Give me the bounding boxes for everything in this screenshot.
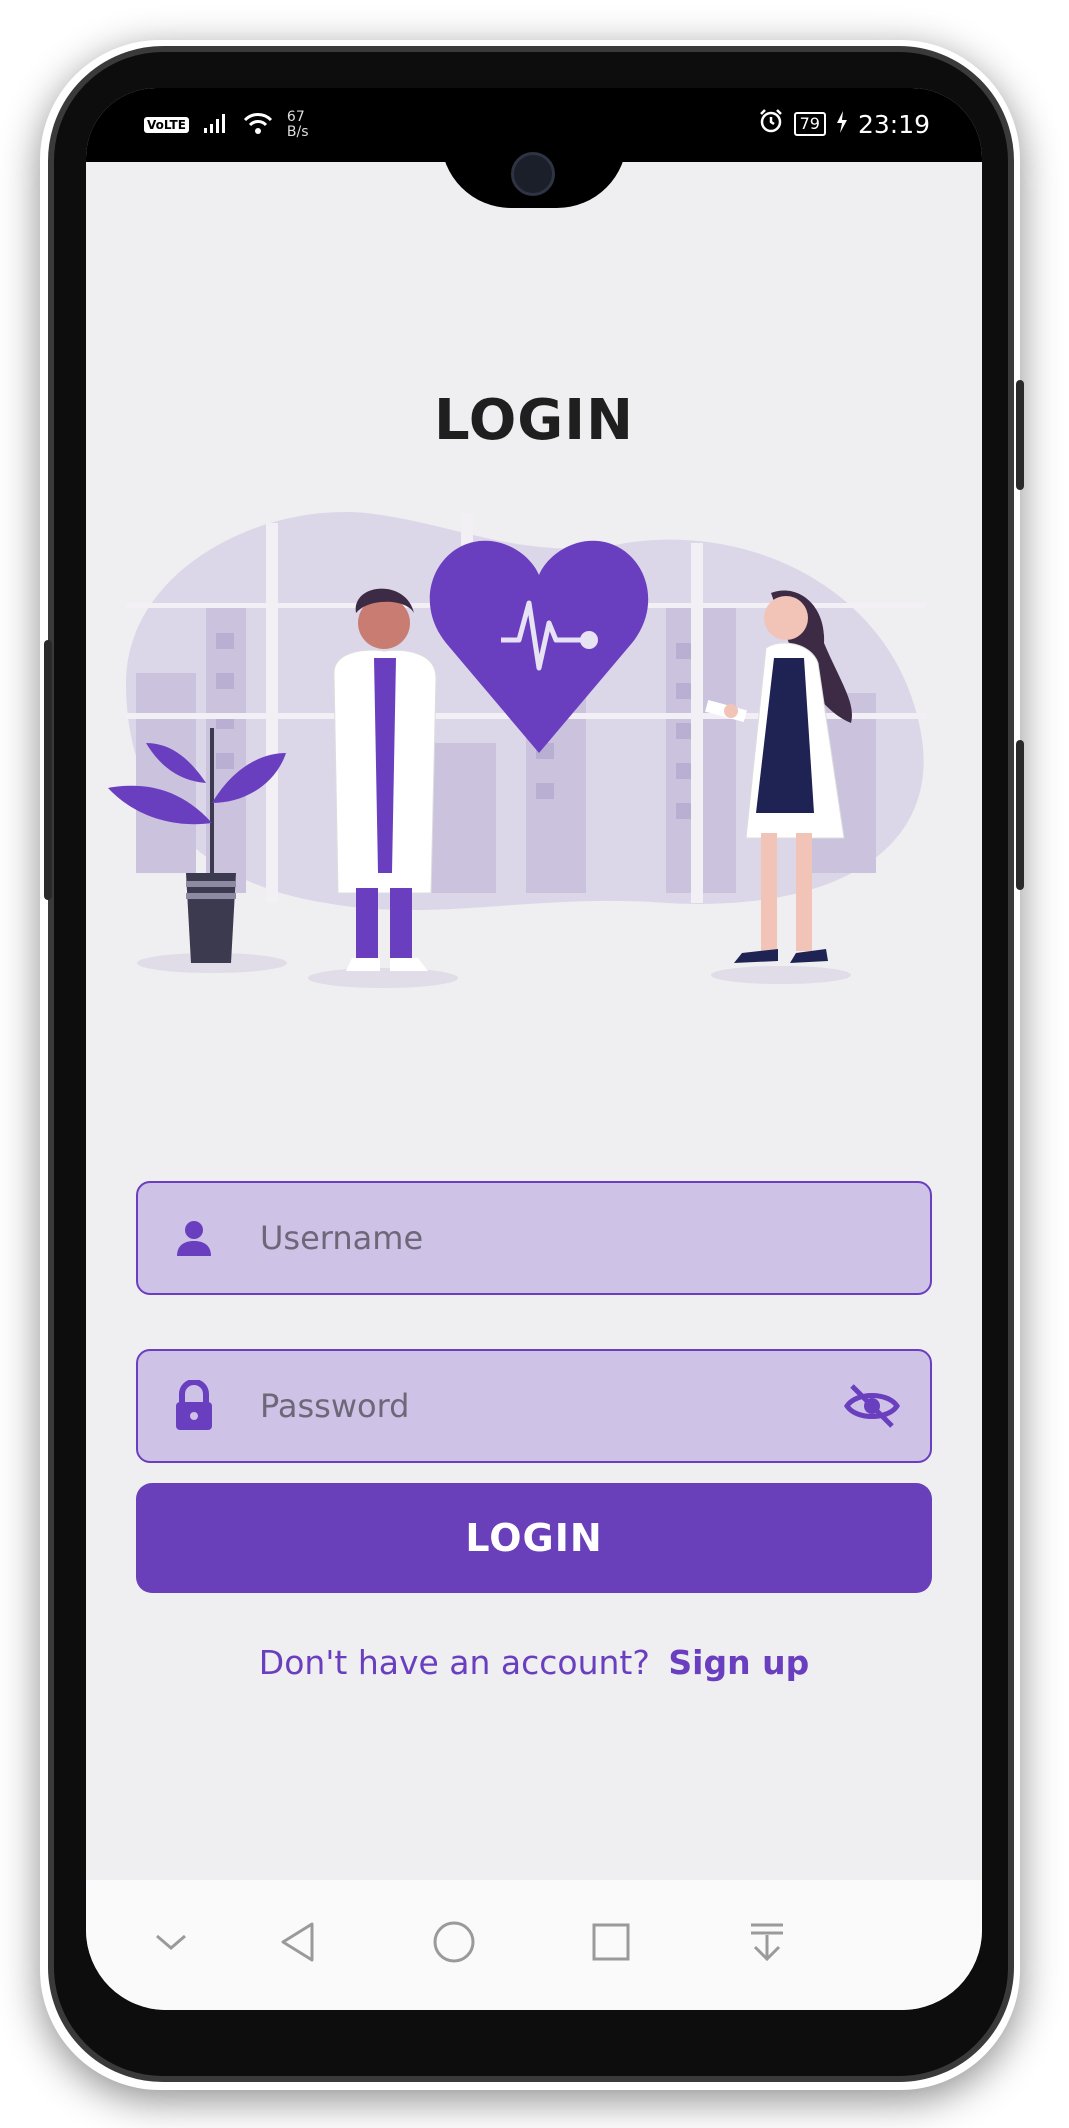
system-nav-bar [86, 1880, 982, 2010]
net-speed: 67 B/s [287, 110, 309, 140]
login-button[interactable]: LOGIN [136, 1483, 932, 1593]
signal-icon [203, 112, 229, 138]
screen: VoLTE 67 B/s 79 23:19 LOGIN Username LOG… [86, 88, 982, 2010]
alarm-icon [758, 108, 784, 140]
net-speed-unit: B/s [286, 124, 309, 140]
clock-time: 23:19 [857, 109, 930, 139]
signup-prompt-line: Don't have an account? Sign up [86, 1643, 982, 1682]
net-speed-value: 67 [286, 109, 305, 125]
lock-icon [172, 1380, 242, 1432]
chevron-down-icon[interactable] [136, 1912, 206, 1972]
doctors-illustration [108, 512, 926, 988]
side-button-right [1016, 740, 1024, 890]
front-camera [511, 152, 555, 196]
page-title: LOGIN [434, 388, 634, 453]
home-icon[interactable] [419, 1912, 489, 1972]
username-input[interactable] [258, 1218, 930, 1258]
recents-icon[interactable] [576, 1912, 646, 1972]
signup-prompt: Don't have an account? [258, 1643, 650, 1682]
user-icon [172, 1216, 242, 1260]
pull-down-icon[interactable] [732, 1912, 802, 1972]
charging-icon [836, 110, 848, 139]
volte-badge: VoLTE [144, 117, 189, 133]
back-icon[interactable] [263, 1912, 333, 1972]
username-field[interactable] [136, 1181, 932, 1295]
wifi-icon [243, 111, 273, 139]
eye-off-icon[interactable] [844, 1382, 900, 1430]
battery-level: 79 [793, 112, 826, 136]
status-right: 79 23:19 [758, 108, 930, 140]
password-field[interactable] [136, 1349, 932, 1463]
status-left: VoLTE 67 B/s [144, 110, 309, 140]
power-button [1016, 380, 1024, 490]
volume-button [44, 640, 52, 900]
password-input[interactable] [258, 1386, 844, 1426]
signup-link[interactable]: Sign up [668, 1643, 809, 1682]
